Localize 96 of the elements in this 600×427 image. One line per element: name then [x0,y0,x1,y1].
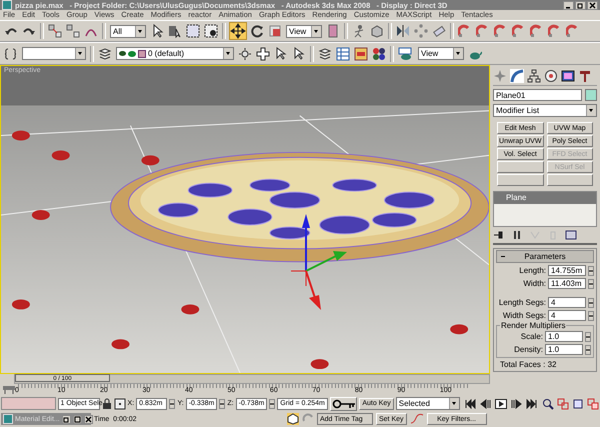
maximize-icon [74,416,81,422]
parameter-label: Scale: [520,332,543,341]
parameter-label: Width Segs: [502,311,546,320]
go-to-end-icon[interactable] [525,398,538,408]
spinner-icon[interactable] [269,398,276,408]
zoom-extents-all-icon[interactable] [587,398,600,410]
zoom-icon[interactable] [542,398,554,410]
magnet-icon[interactable] [548,24,562,38]
window-crossing-icon[interactable] [204,24,218,38]
key-mode-dropdown[interactable]: Selected [396,397,460,410]
selection-filter-dropdown[interactable]: All [110,24,146,38]
named-selection-icon[interactable] [4,46,18,61]
hierarchy-icon[interactable] [527,69,541,83]
restore-icon [62,416,70,422]
layer-dropdown[interactable]: 0 (default) [116,47,234,60]
modifier-button[interactable] [546,174,593,186]
key-tangent-icon[interactable] [410,413,424,425]
move-icon[interactable] [230,23,246,40]
schematic-icon[interactable] [354,46,368,61]
modifier-list-dropdown[interactable]: Modifier List [493,104,597,117]
spinner-icon[interactable] [169,398,176,408]
go-to-start-icon[interactable] [465,398,478,408]
render-setup-icon[interactable] [398,46,414,61]
show-result-icon[interactable] [511,230,523,240]
close-icon [84,416,92,422]
parameter-label: Width: [523,279,546,288]
parameter-field[interactable]: 14.755m [548,265,586,276]
pointer-icon[interactable] [274,46,288,61]
pointer-icon[interactable] [292,46,306,61]
track-bar-icon[interactable] [2,385,16,395]
reference-coordinate-dropdown[interactable]: View [286,24,322,38]
render-view-dropdown[interactable]: View [418,47,464,60]
motion-icon[interactable] [544,69,558,83]
mirror-icon[interactable] [396,24,410,38]
layers-icon[interactable] [98,46,112,61]
rectangle-select-icon[interactable] [186,24,200,38]
rollout-title: Parameters [523,252,567,261]
object-name-field[interactable]: Plane01 [493,89,582,101]
box-icon[interactable] [370,24,384,38]
rotate-icon[interactable] [250,24,264,38]
object-color-swatch[interactable] [585,89,597,101]
maximize-button[interactable] [72,414,82,424]
group-title: Render Multipliers [500,321,566,330]
table-icon[interactable] [336,46,350,61]
modifier-button[interactable] [497,161,544,173]
parameter-field[interactable]: 11.403m [548,278,586,289]
plus-icon[interactable] [256,46,270,61]
select-by-name-icon[interactable] [168,24,182,38]
close-button[interactable] [84,414,93,424]
magnet-icon[interactable] [458,24,472,38]
zoom-extents-icon[interactable] [572,398,584,410]
modifier-stack[interactable]: Plane [493,191,597,227]
layer-color-icon [138,50,146,58]
minimize-button[interactable] [563,0,574,10]
sun-icon[interactable] [238,46,252,61]
parameter-field[interactable]: 4 [548,297,586,308]
spinner-icon[interactable] [219,398,226,408]
magnet-icon[interactable] [494,24,508,38]
total-faces-text: Total Faces : 32 [499,360,558,369]
link-icon[interactable] [48,24,62,38]
previous-frame-icon[interactable] [480,398,492,408]
maxscript-listener-field[interactable] [1,397,56,410]
restore-icon [577,2,584,8]
parameter-field[interactable]: 1.0 [545,331,583,342]
absolute-mode-icon[interactable] [114,398,126,410]
unlink-icon[interactable] [66,24,80,38]
magnet-icon[interactable] [512,24,526,38]
set-key-button[interactable] [330,396,358,410]
modifier-button[interactable] [497,174,544,186]
configure-icon[interactable] [565,230,577,240]
figure-icon[interactable] [352,24,366,38]
close-button[interactable] [587,0,598,10]
parameter-field[interactable]: 4 [548,310,586,321]
restore-button[interactable] [62,414,71,424]
play-icon[interactable] [495,398,508,408]
next-frame-icon[interactable] [510,398,522,408]
display-icon[interactable] [561,69,575,83]
stack-item[interactable]: Plane [494,192,596,204]
magnet-icon[interactable] [566,24,580,38]
layers-icon[interactable] [318,46,332,61]
close-icon [589,2,596,8]
material-spheres-icon[interactable] [372,46,386,61]
parameter-label: Length: [519,266,546,275]
magnet-icon[interactable] [530,24,544,38]
app-logo-icon [3,414,13,424]
parameter-label: Density: [514,345,543,354]
app-logo-icon [2,0,12,10]
magnet-icon[interactable] [476,24,490,38]
parameter-label: Length Segs: [498,298,546,307]
rollout-header[interactable]: Parameters [496,250,594,263]
restore-button[interactable] [575,0,586,10]
modify-icon[interactable] [510,69,524,83]
named-selection-dropdown[interactable] [22,47,86,60]
parameter-field[interactable]: 1.0 [545,344,583,355]
pin-icon[interactable] [493,230,505,240]
lock-icon[interactable] [102,398,112,410]
